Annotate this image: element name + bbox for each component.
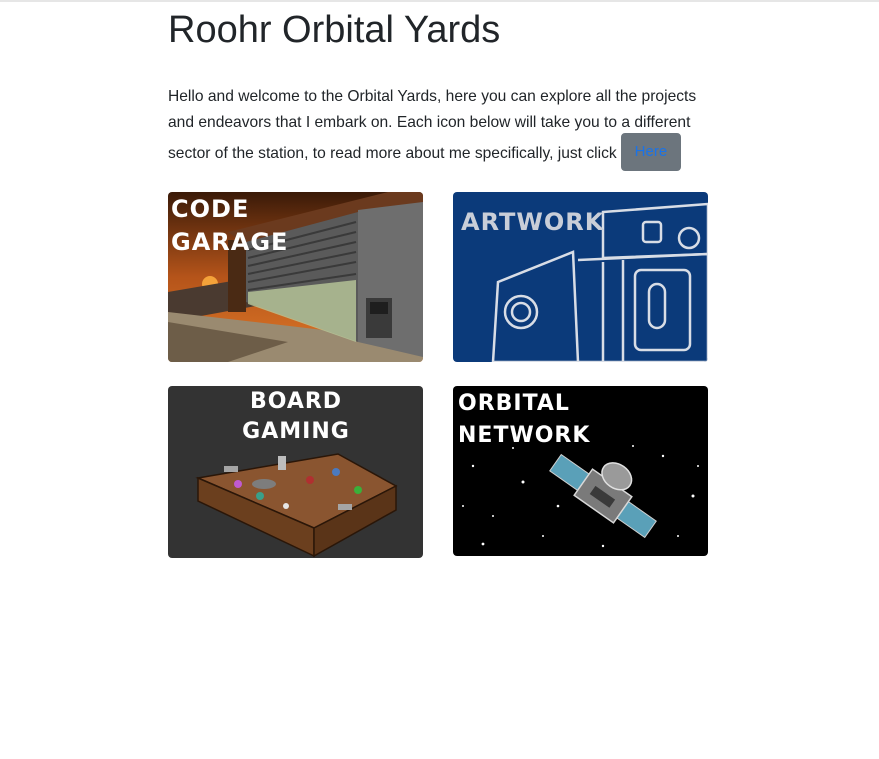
orbital-network-image: ORBITAL NETWORK xyxy=(453,386,708,556)
intro-line-1: Hello and welcome to the Orbital Yards, … xyxy=(168,88,697,105)
intro-line-3-text: sector of the station, to read more abou… xyxy=(168,145,617,163)
code-garage-image: CODE GARAGE xyxy=(168,192,423,362)
artwork-title: ARTWORK xyxy=(461,208,605,236)
tile-board-gaming[interactable]: BOARD GAMING xyxy=(168,386,423,558)
tile-orbital-network[interactable]: ORBITAL NETWORK xyxy=(453,386,708,556)
artwork-image: ARTWORK xyxy=(453,192,708,362)
tile-artwork[interactable]: ARTWORK xyxy=(453,192,708,362)
tile-code-garage[interactable]: CODE GARAGE xyxy=(168,192,423,362)
code-garage-title-line-1: CODE xyxy=(171,195,249,223)
code-garage-title-line-2: GARAGE xyxy=(171,228,288,256)
page-title: Roohr Orbital Yards xyxy=(168,9,501,51)
intro-line-3: sector of the station, to read more abou… xyxy=(168,133,713,173)
board-gaming-title-line-1: BOARD xyxy=(250,389,342,414)
orbital-network-title-line-2: NETWORK xyxy=(458,423,590,448)
orbital-network-title-line-1: ORBITAL xyxy=(458,391,570,416)
board-gaming-title-line-2: GAMING xyxy=(242,419,350,444)
top-rule xyxy=(0,0,879,2)
intro-paragraph: Hello and welcome to the Orbital Yards, … xyxy=(168,84,713,173)
board-gaming-image: BOARD GAMING xyxy=(168,386,423,558)
here-button[interactable]: Here xyxy=(620,133,682,171)
intro-line-2: and endeavors that I embark on. Each ico… xyxy=(168,113,691,131)
